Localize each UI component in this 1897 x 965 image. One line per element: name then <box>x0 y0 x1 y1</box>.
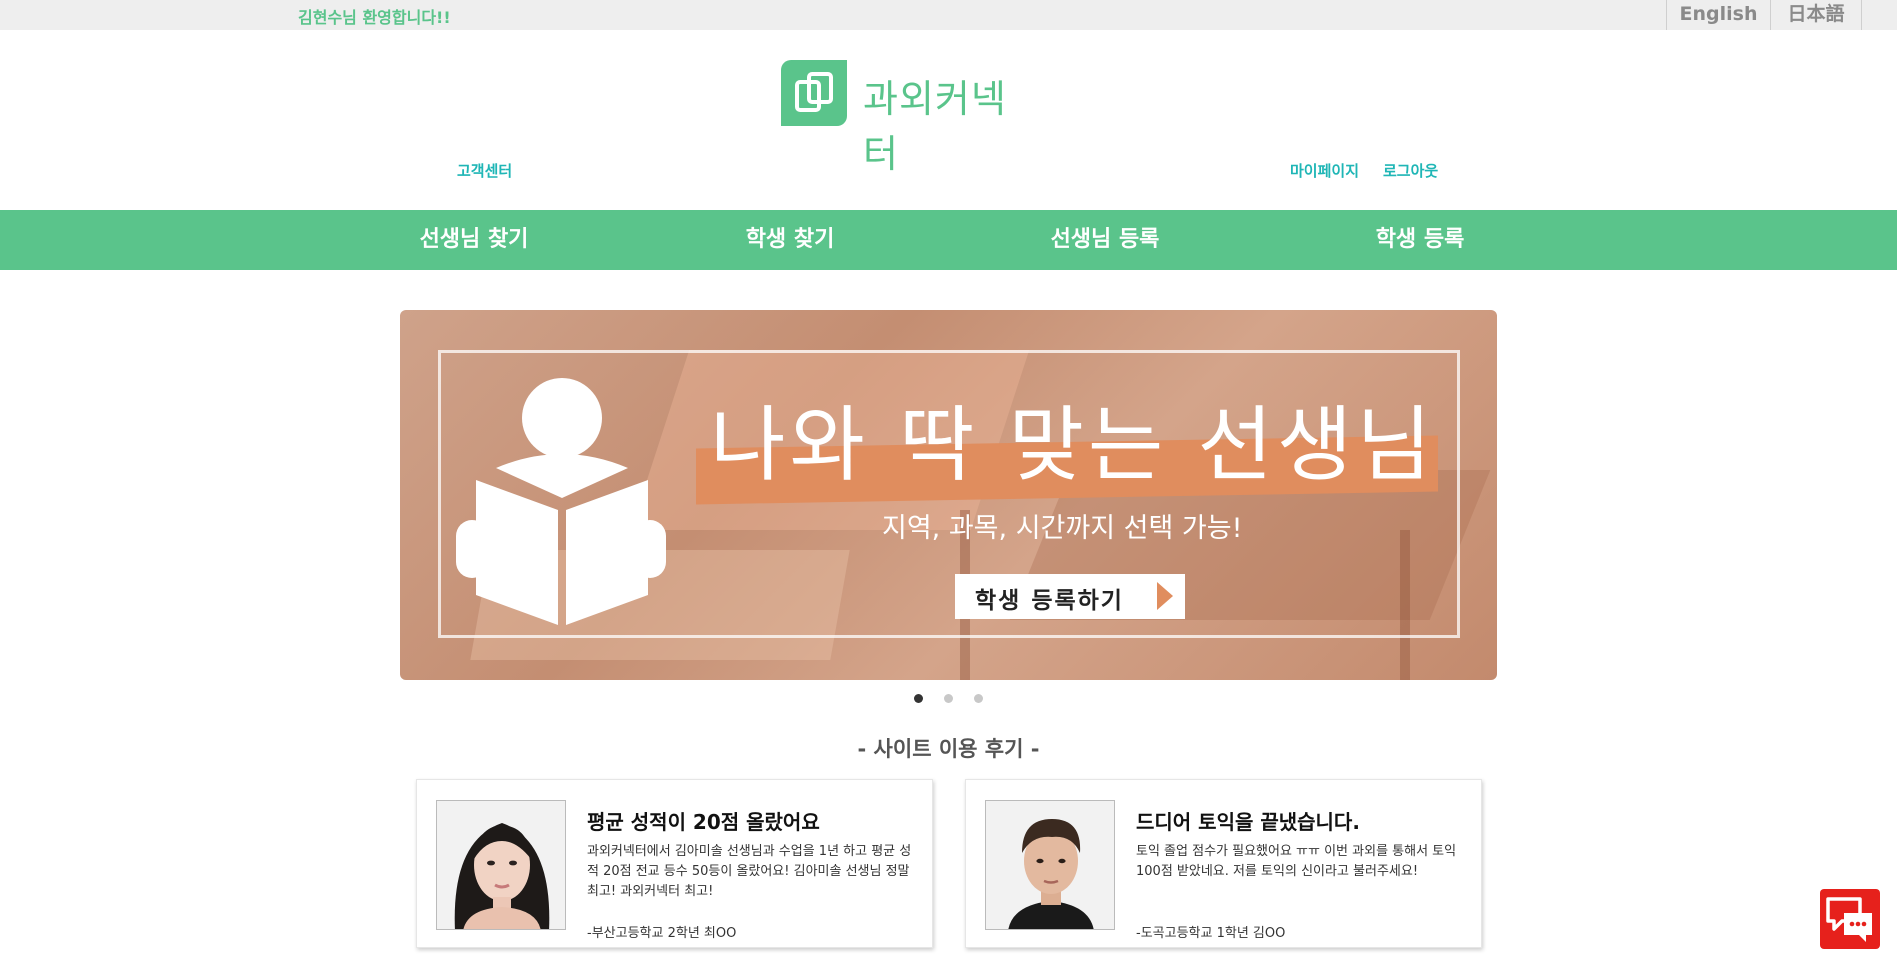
reviews-section-title: - 사이트 이용 후기 - <box>857 737 1040 761</box>
arrow-right-icon <box>1157 582 1173 610</box>
register-student-button[interactable]: 학생 등록하기 <box>955 574 1185 619</box>
review-body: 과외커넥터에서 김아미솔 선생님과 수업을 1년 하고 평균 성적 20점 전교… <box>587 844 912 899</box>
reading-person-icon <box>456 370 666 630</box>
banner-subline: 지역, 과목, 시간까지 선택 가능! <box>882 513 1243 544</box>
review-author: -도곡고등학교 1학년 김OO <box>1136 926 1286 941</box>
reviewer-photo <box>436 800 566 930</box>
review-title: 드디어 토익을 끝냈습니다. <box>1136 810 1360 834</box>
language-japanese-link[interactable]: 日本語 <box>1770 0 1862 30</box>
top-bar: 김현수님 환영합니다!! English 日本語 <box>0 0 1897 30</box>
review-card[interactable]: 평균 성적이 20점 올랐어요 과외커넥터에서 김아미솔 선생님과 수업을 1년… <box>416 779 933 948</box>
logo-text: 과외커넥터 <box>863 77 1007 176</box>
review-title: 평균 성적이 20점 올랐어요 <box>587 810 820 834</box>
welcome-message: 김현수님 환영합니다!! <box>298 8 451 27</box>
site-logo[interactable]: 과외커넥터 <box>781 60 1021 176</box>
review-author: -부산고등학교 2학년 최OO <box>587 926 737 941</box>
nav-find-teacher[interactable]: 선생님 찾기 <box>374 210 574 270</box>
hero-banner[interactable]: 나와 딱 맞는 선생님 지역, 과목, 시간까지 선택 가능! 학생 등록하기 <box>400 310 1497 680</box>
chat-bubbles-icon <box>1826 897 1872 942</box>
mypage-link[interactable]: 마이페이지 <box>1290 160 1359 181</box>
register-student-button-label: 학생 등록하기 <box>975 588 1124 614</box>
nav-find-student[interactable]: 학생 찾기 <box>690 210 890 270</box>
logout-link[interactable]: 로그아웃 <box>1383 160 1438 181</box>
logo-icon <box>781 60 847 126</box>
review-card[interactable]: 드디어 토익을 끝냈습니다. 토익 졸업 점수가 필요했어요 ㅠㅠ 이번 과외를… <box>965 779 1482 948</box>
carousel-dot-3[interactable] <box>974 694 983 703</box>
carousel-dot-1[interactable] <box>914 694 923 703</box>
carousel-dot-2[interactable] <box>944 694 953 703</box>
main-nav: 선생님 찾기 학생 찾기 선생님 등록 학생 등록 <box>0 210 1897 270</box>
reviewer-photo <box>985 800 1115 930</box>
chat-button[interactable] <box>1820 889 1880 949</box>
customer-center-link[interactable]: 고객센터 <box>457 160 512 181</box>
review-body: 토익 졸업 점수가 필요했어요 ㅠㅠ 이번 과외를 통해서 토익 100점 받았… <box>1136 844 1457 879</box>
nav-register-teacher[interactable]: 선생님 등록 <box>1005 210 1205 270</box>
nav-register-student[interactable]: 학생 등록 <box>1320 210 1520 270</box>
language-english-link[interactable]: English <box>1666 0 1770 30</box>
banner-headline: 나와 딱 맞는 선생님 <box>710 398 1436 493</box>
